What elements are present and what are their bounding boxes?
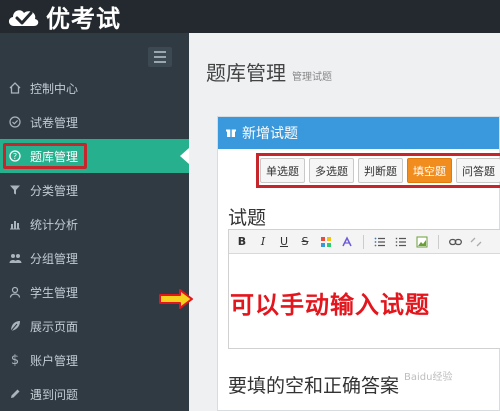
question-label: 试题 bbox=[228, 207, 267, 229]
watermark: Baidu经验 bbox=[404, 372, 453, 383]
font-color-icon[interactable] bbox=[319, 235, 333, 249]
dollar-icon: $ bbox=[10, 352, 20, 368]
type-multiple-choice-button[interactable]: 多选题 bbox=[309, 158, 354, 183]
sidebar-item-label: 统计分析 bbox=[30, 217, 79, 232]
sidebar-item-label: 分组管理 bbox=[30, 251, 79, 266]
insert-image-icon[interactable] bbox=[415, 235, 429, 249]
users-icon bbox=[8, 251, 22, 265]
ordered-list-icon[interactable] bbox=[373, 235, 387, 249]
home-icon bbox=[8, 81, 22, 95]
arrow-right-icon bbox=[159, 289, 193, 309]
gift-icon bbox=[226, 125, 236, 141]
type-true-false-button[interactable]: 判断题 bbox=[358, 158, 403, 183]
sidebar-item-categories[interactable]: 分类管理 bbox=[0, 173, 189, 207]
sidebar: 控制中心 试卷管理 ? 题库管理 分类管理 统计分析 分组管理 学生管理 展示页… bbox=[0, 33, 189, 411]
sidebar-nav: 控制中心 试卷管理 ? 题库管理 分类管理 统计分析 分组管理 学生管理 展示页… bbox=[0, 71, 189, 411]
sidebar-item-dashboard[interactable]: 控制中心 bbox=[0, 71, 189, 105]
sidebar-item-groups[interactable]: 分组管理 bbox=[0, 241, 189, 275]
page-header: 题库管理 管理试题 bbox=[206, 57, 332, 86]
sidebar-item-label: 展示页面 bbox=[30, 319, 79, 334]
blank-answer-label: 要填的空和正确答案 bbox=[228, 375, 400, 397]
page-title: 题库管理 bbox=[206, 61, 286, 85]
cloud-check-icon bbox=[8, 9, 39, 26]
type-single-choice-button[interactable]: 单选题 bbox=[260, 158, 305, 183]
link-icon[interactable] bbox=[448, 235, 462, 249]
editor-toolbar: B I U S bbox=[229, 230, 500, 254]
filter-icon bbox=[8, 183, 22, 197]
clear-format-icon[interactable] bbox=[340, 235, 354, 249]
unlink-icon[interactable] bbox=[469, 235, 483, 249]
annotation-text: 可以手动输入试题 bbox=[230, 291, 430, 319]
brand-name: 优考试 bbox=[46, 5, 121, 33]
active-indicator bbox=[180, 148, 189, 164]
sidebar-item-account[interactable]: $ 账户管理 bbox=[0, 343, 189, 377]
italic-icon[interactable]: I bbox=[256, 235, 270, 249]
sidebar-item-label: 账户管理 bbox=[30, 353, 79, 368]
toolbar-divider bbox=[363, 234, 364, 249]
strikethrough-icon[interactable]: S bbox=[298, 235, 312, 249]
sidebar-item-label: 学生管理 bbox=[30, 285, 79, 300]
sidebar-item-question-bank[interactable]: ? 题库管理 bbox=[0, 139, 189, 173]
panel-title: 新增试题 bbox=[242, 126, 298, 142]
question-type-group: 单选题 多选题 判断题 填空题 问答题 bbox=[260, 158, 500, 183]
top-bar: 优考试 bbox=[0, 0, 500, 33]
leaf-icon bbox=[8, 319, 22, 333]
sidebar-item-label: 分类管理 bbox=[30, 183, 79, 198]
sidebar-item-label: 试卷管理 bbox=[30, 115, 79, 130]
sidebar-item-label: 控制中心 bbox=[30, 81, 79, 96]
new-question-panel: 新增试题 单选题 多选题 判断题 填空题 问答题 试题 B I U S 要填的空… bbox=[217, 116, 500, 411]
sidebar-item-help[interactable]: 遇到问题 bbox=[0, 377, 189, 411]
pencil-icon bbox=[8, 387, 22, 401]
type-fill-blank-button[interactable]: 填空题 bbox=[407, 158, 452, 183]
toolbar-divider bbox=[438, 234, 439, 249]
menu-toggle-button[interactable] bbox=[148, 47, 172, 67]
bar-chart-icon bbox=[8, 217, 22, 231]
unordered-list-icon[interactable] bbox=[394, 235, 408, 249]
user-icon bbox=[8, 285, 22, 299]
check-circle-icon bbox=[8, 115, 22, 129]
underline-icon[interactable]: U bbox=[277, 235, 291, 249]
sidebar-item-statistics[interactable]: 统计分析 bbox=[0, 207, 189, 241]
sidebar-item-label: 遇到问题 bbox=[30, 387, 79, 402]
sidebar-item-display-page[interactable]: 展示页面 bbox=[0, 309, 189, 343]
panel-header: 新增试题 bbox=[218, 117, 499, 149]
sidebar-item-exams[interactable]: 试卷管理 bbox=[0, 105, 189, 139]
brand[interactable]: 优考试 bbox=[6, 0, 121, 33]
type-essay-button[interactable]: 问答题 bbox=[456, 158, 500, 183]
highlight-box bbox=[3, 143, 87, 169]
page-subtitle: 管理试题 bbox=[292, 72, 332, 83]
main-content: 题库管理 管理试题 新增试题 单选题 多选题 判断题 填空题 问答题 试题 B … bbox=[189, 33, 500, 411]
bold-icon[interactable]: B bbox=[235, 235, 249, 249]
